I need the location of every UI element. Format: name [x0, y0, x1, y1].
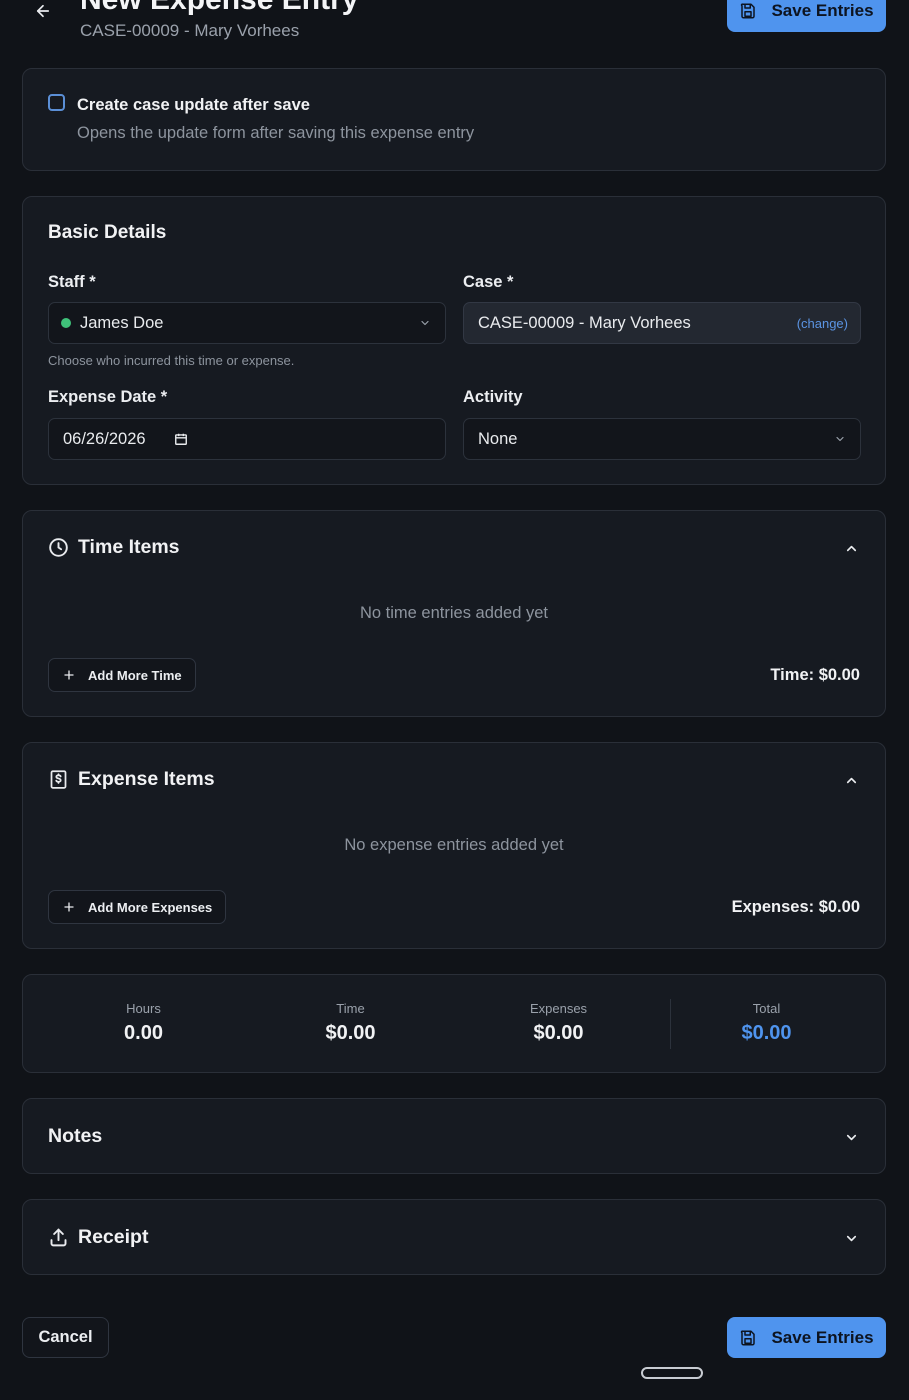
- time-items-header: Time Items: [48, 536, 180, 559]
- time-items-empty-message: No time entries added yet: [359, 604, 549, 622]
- summary-time: Time $0.00: [247, 1001, 454, 1045]
- expense-items-card: Expense Items No expense entries added y…: [22, 742, 886, 949]
- staff-value: James Doe: [80, 313, 164, 332]
- time-total: Time: $0.00: [770, 666, 860, 684]
- create-case-update-label: Create case update after save: [77, 96, 310, 114]
- summary-time-label: Time: [336, 1001, 365, 1016]
- summary-total-value: $0.00: [741, 1022, 792, 1044]
- basic-details-title: Basic Details: [48, 222, 167, 243]
- plus-icon: [63, 669, 75, 681]
- summary-total: Total $0.00: [663, 1001, 870, 1045]
- time-items-title: Time Items: [78, 536, 180, 558]
- change-case-link[interactable]: (change): [797, 316, 848, 331]
- save-icon: [739, 2, 757, 20]
- summary-total-label: Total: [752, 1001, 781, 1016]
- case-label: Case *: [463, 273, 514, 291]
- page-title: New Expense Entry: [80, 0, 358, 18]
- summary-hours-label: Hours: [126, 1001, 161, 1016]
- staff-label: Staff *: [48, 273, 96, 291]
- page-subtitle: CASE-00009 - Mary Vorhees: [80, 21, 300, 40]
- basic-details-card: Basic Details Staff * James Doe Choose w…: [22, 196, 886, 485]
- summary-expenses: Expenses $0.00: [455, 1001, 662, 1045]
- cancel-button[interactable]: Cancel: [22, 1317, 109, 1358]
- summary-expenses-label: Expenses: [529, 1001, 588, 1016]
- back-arrow-icon[interactable]: [30, 0, 56, 24]
- chevron-down-icon[interactable]: [841, 1228, 861, 1248]
- upload-icon: [48, 1227, 69, 1248]
- expense-date-input[interactable]: 06/26/2026: [48, 418, 446, 460]
- save-entries-button-bottom[interactable]: Save Entries: [727, 1317, 886, 1358]
- notes-card[interactable]: Notes: [22, 1098, 886, 1174]
- activity-value: None: [478, 429, 518, 448]
- notes-title: Notes: [48, 1125, 103, 1147]
- create-case-update-checkbox[interactable]: [48, 94, 65, 111]
- home-indicator[interactable]: [641, 1367, 703, 1379]
- create-case-update-description: Opens the update form after saving this …: [77, 124, 475, 142]
- expense-items-title: Expense Items: [78, 768, 215, 790]
- chevron-up-icon[interactable]: [841, 770, 861, 790]
- expense-date-value: 06/26/2026: [63, 429, 146, 448]
- clock-icon: [48, 537, 69, 558]
- save-entries-button-top[interactable]: Save Entries: [727, 0, 886, 32]
- expense-items-header: Expense Items: [48, 768, 215, 791]
- receipt-card[interactable]: Receipt: [22, 1199, 886, 1275]
- chevron-down-icon: [834, 433, 846, 445]
- staff-help-text: Choose who incurred this time or expense…: [48, 353, 295, 368]
- add-more-time-label: Add More Time: [88, 667, 182, 683]
- activity-select[interactable]: None: [463, 418, 861, 460]
- summary-hours: Hours 0.00: [40, 1001, 247, 1045]
- plus-icon: [63, 901, 75, 913]
- expense-items-empty-message: No expense entries added yet: [344, 836, 564, 854]
- time-items-card: Time Items No time entries added yet Add…: [22, 510, 886, 717]
- receipt-header: Receipt: [48, 1226, 148, 1249]
- chevron-down-icon[interactable]: [841, 1127, 861, 1147]
- case-field: CASE-00009 - Mary Vorhees (change): [463, 302, 861, 344]
- summary-time-value: $0.00: [325, 1022, 376, 1044]
- staff-status-dot: [61, 318, 71, 328]
- summary-card: Hours 0.00 Time $0.00 Expenses $0.00 Tot…: [22, 974, 886, 1073]
- summary-expenses-value: $0.00: [533, 1022, 584, 1044]
- add-more-expenses-label: Add More Expenses: [88, 899, 213, 915]
- save-entries-label: Save Entries: [771, 1, 874, 20]
- summary-hours-value: 0.00: [124, 1022, 163, 1044]
- chevron-down-icon: [419, 317, 431, 329]
- case-update-option-card: Create case update after save Opens the …: [22, 68, 886, 171]
- add-more-expenses-button[interactable]: Add More Expenses: [48, 890, 227, 924]
- expenses-total: Expenses: $0.00: [731, 898, 860, 916]
- staff-select[interactable]: James Doe: [48, 302, 446, 344]
- expense-date-label: Expense Date *: [48, 388, 168, 406]
- chevron-up-icon[interactable]: [841, 538, 861, 558]
- case-value: CASE-00009 - Mary Vorhees: [478, 313, 691, 332]
- save-entries-label: Save Entries: [771, 1327, 874, 1347]
- activity-label: Activity: [463, 388, 523, 406]
- receipt-title: Receipt: [78, 1226, 149, 1248]
- calendar-icon[interactable]: [174, 432, 188, 446]
- notes-header: Notes: [48, 1125, 102, 1148]
- receipt-dollar-icon: [48, 769, 69, 790]
- save-icon: [739, 1329, 757, 1347]
- add-more-time-button[interactable]: Add More Time: [48, 658, 196, 692]
